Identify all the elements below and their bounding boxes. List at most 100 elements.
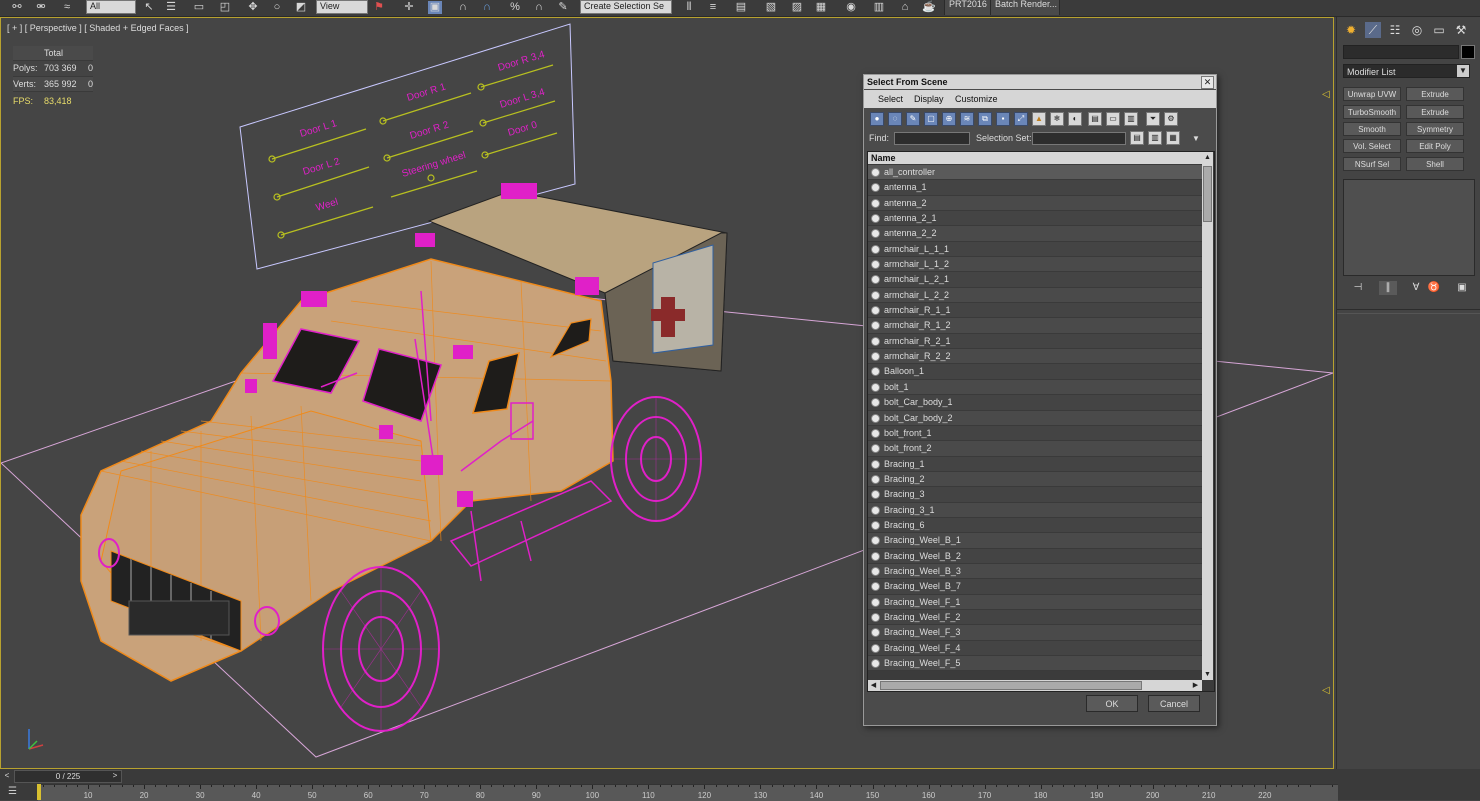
percent-snap-icon[interactable]: % (508, 1, 522, 14)
display-groups-icon[interactable]: ⧉ (978, 112, 992, 126)
ok-button[interactable]: OK (1086, 695, 1138, 712)
list-item[interactable]: armchair_L_1_2 (868, 257, 1202, 273)
display-none-icon[interactable]: ▭ (1106, 112, 1120, 126)
spinner-snap-icon[interactable]: ∩ (532, 1, 546, 14)
list-item[interactable]: armchair_R_2_2 (868, 349, 1202, 365)
list-item[interactable]: bolt_Car_body_2 (868, 410, 1202, 426)
display-geometry-icon[interactable]: ● (870, 112, 884, 126)
list-item[interactable]: bolt_front_1 (868, 425, 1202, 442)
display-spacewarps-icon[interactable]: ≋ (960, 112, 974, 126)
cancel-button[interactable]: Cancel (1148, 695, 1200, 712)
time-ruler[interactable]: 10 20 30 40 50 60 70 80 90 100 110 120 130 140 150 160 1… (38, 784, 1338, 801)
graphite-tools-icon[interactable]: ▧ (764, 1, 778, 14)
close-icon[interactable]: ✕ (1201, 76, 1214, 89)
mirror-icon[interactable]: ⫴ (682, 1, 696, 14)
display-all-icon[interactable]: ▤ (1088, 112, 1102, 126)
list-item[interactable]: Bracing_3_1 (868, 502, 1202, 518)
list-item[interactable]: Balloon_1 (868, 364, 1202, 380)
list-item[interactable]: Bracing_Weel_F_4 (868, 640, 1202, 656)
select-manipulate-icon[interactable]: ✛ (402, 1, 416, 14)
list-item[interactable]: Bracing_Weel_F_5 (868, 656, 1202, 672)
display-shapes-icon[interactable]: ◌ (888, 112, 902, 126)
list-item[interactable]: armchair_L_2_2 (868, 287, 1202, 304)
display-invert-icon[interactable]: ▥ (1124, 112, 1138, 126)
modifier-button[interactable]: TurboSmooth (1343, 105, 1401, 119)
scene-object-list[interactable]: Name all_controller antenna_1 antenna_2 ant… (867, 151, 1215, 692)
display-tab-icon[interactable]: ▭ (1431, 22, 1447, 38)
column-header-name[interactable]: Name (868, 152, 1202, 164)
curve-editor-icon[interactable]: ▨ (790, 1, 804, 14)
scale-icon[interactable]: ◩ (294, 1, 308, 14)
show-end-result-icon[interactable]: ∥ (1379, 281, 1397, 295)
find-input[interactable] (894, 132, 970, 145)
filter-icon[interactable]: ⏷ (1146, 112, 1160, 126)
modifier-button[interactable]: Unwrap UVW (1343, 87, 1401, 101)
motion-tab-icon[interactable]: ◎ (1409, 22, 1425, 38)
configure-modifier-sets-icon[interactable]: ▣ (1453, 281, 1471, 295)
display-bones-icon[interactable]: ⤢ (1014, 112, 1028, 126)
sel-set-edit-icon[interactable]: ▦ (1166, 131, 1180, 145)
named-selection-set-dropdown[interactable]: Create Selection Se (580, 0, 672, 14)
sel-set-remove-icon[interactable]: ▥ (1148, 131, 1162, 145)
align-icon[interactable]: ≡ (706, 1, 720, 14)
list-item[interactable]: Bracing_6 (868, 517, 1202, 534)
list-item[interactable]: bolt_Car_body_1 (868, 395, 1202, 411)
time-cursor[interactable] (37, 784, 41, 800)
chevron-down-icon[interactable]: ▼ (1457, 65, 1469, 77)
select-by-name-icon[interactable]: ☰ (164, 1, 178, 14)
list-item[interactable]: armchair_L_2_1 (868, 272, 1202, 288)
display-cameras-icon[interactable]: ▢ (924, 112, 938, 126)
modifier-list-dropdown[interactable]: Modifier List ▼ (1343, 64, 1470, 78)
list-item[interactable]: Bracing_1 (868, 456, 1202, 472)
scroll-left-icon[interactable]: ◀ (868, 680, 879, 691)
rotate-icon[interactable]: ○ (270, 1, 284, 14)
schematic-view-icon[interactable]: ▦ (814, 1, 828, 14)
move-icon[interactable]: ✥ (246, 1, 260, 14)
utilities-tab-icon[interactable]: ⚒ (1453, 22, 1469, 38)
display-lights-icon[interactable]: ✎ (906, 112, 920, 126)
object-color-swatch[interactable] (1461, 45, 1475, 59)
bind-spacewarp-icon[interactable]: ≈ (60, 1, 74, 14)
scroll-down-icon[interactable]: ▼ (1202, 669, 1213, 680)
list-item[interactable]: Bracing_Weel_B_3 (868, 563, 1202, 580)
prt-label[interactable]: PRT2016 (944, 0, 992, 15)
list-item[interactable]: Bracing_3 (868, 487, 1202, 503)
scroll-thumb[interactable] (1203, 166, 1212, 222)
list-item[interactable]: Bracing_Weel_F_2 (868, 609, 1202, 626)
snap-toggle-icon[interactable]: ∩ (456, 1, 470, 14)
list-item[interactable]: all_controller (868, 165, 1202, 181)
select-object-icon[interactable]: ↖ (142, 1, 156, 14)
track-bar-icon[interactable]: ☰ (8, 786, 22, 798)
list-item[interactable]: antenna_1 (868, 180, 1202, 196)
list-item[interactable]: Bracing_Weel_F_1 (868, 594, 1202, 610)
time-slider[interactable]: 0 / 225 (14, 770, 122, 783)
unlink-icon[interactable]: ⚮ (34, 1, 48, 14)
keyboard-shortcut-icon[interactable]: ▣ (428, 1, 442, 14)
sel-set-add-icon[interactable]: ▤ (1130, 131, 1144, 145)
rendered-frame-icon[interactable]: ⌂ (898, 1, 912, 14)
make-unique-icon[interactable]: ∀ (1407, 281, 1425, 295)
modifier-button[interactable]: Extrude (1406, 105, 1464, 119)
horizontal-scrollbar[interactable]: ◀ ▶ (868, 680, 1202, 691)
scroll-right-icon[interactable]: ▶ (1190, 680, 1201, 691)
list-item[interactable]: bolt_1 (868, 379, 1202, 396)
modifier-button[interactable]: Edit Poly (1406, 139, 1464, 153)
menu-customize[interactable]: Customize (955, 94, 998, 104)
render-production-icon[interactable]: ☕ (922, 1, 936, 14)
batch-render-button[interactable]: Batch Render... (990, 0, 1060, 15)
list-item[interactable]: armchair_R_1_1 (868, 303, 1202, 319)
pivot-icon[interactable]: ⚑ (372, 1, 386, 14)
chevron-down-icon[interactable]: ▼ (1192, 134, 1200, 143)
modifier-button[interactable]: Vol. Select (1343, 139, 1401, 153)
prev-frame-icon[interactable]: < (2, 770, 12, 781)
vehicle-model[interactable] (80, 183, 728, 732)
layer-manager-icon[interactable]: ▤ (734, 1, 748, 14)
create-tab-icon[interactable]: ✹ (1343, 22, 1359, 38)
list-item[interactable]: bolt_front_2 (868, 441, 1202, 457)
scroll-up-icon[interactable]: ▲ (1202, 152, 1213, 163)
modifier-button[interactable]: NSurf Sel (1343, 157, 1401, 171)
list-item[interactable]: armchair_L_1_1 (868, 241, 1202, 258)
vertical-scrollbar[interactable]: ▲ ▼ (1202, 152, 1213, 680)
list-item[interactable]: antenna_2_1 (868, 211, 1202, 227)
object-name-field[interactable] (1343, 45, 1459, 59)
